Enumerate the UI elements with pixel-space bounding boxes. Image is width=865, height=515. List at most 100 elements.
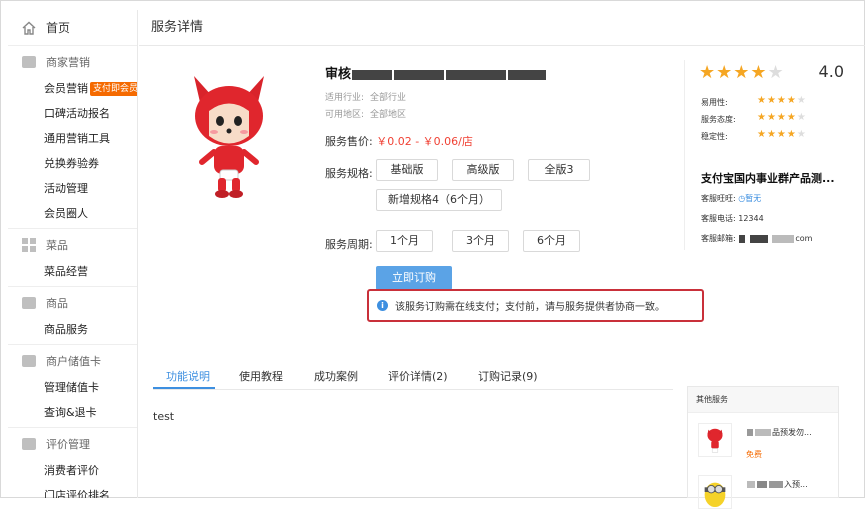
- industry-value: 全部行业: [370, 93, 407, 103]
- home-icon: [22, 21, 36, 35]
- sidebar-section-dishes: 菜品: [8, 231, 137, 259]
- product-name-prefix: 审核: [325, 67, 352, 82]
- sidebar-item-consumer-reviews[interactable]: 消费者评价: [8, 458, 137, 483]
- rating-stability: 稳定性: ★★★★★: [701, 129, 806, 142]
- redacted-text: [755, 429, 771, 436]
- spec-option-basic[interactable]: 基础版: [376, 159, 438, 181]
- region-label: 可用地区:: [325, 110, 365, 120]
- redacted-text: [508, 69, 547, 80]
- region-value: 全部地区: [370, 110, 407, 120]
- rating-label: 服务态度:: [701, 115, 736, 124]
- spec-label: 服务规格:: [325, 167, 373, 180]
- contact-label: 客服邮箱:: [701, 234, 736, 243]
- sidebar-item-manage-card[interactable]: 管理储值卡: [8, 375, 137, 400]
- overall-score: 4.0: [818, 62, 844, 81]
- rating-label: 易用性:: [701, 98, 728, 107]
- other-service-item[interactable]: 品预发勿... 免费: [698, 423, 830, 463]
- spec-option-full3[interactable]: 全版3: [528, 159, 590, 181]
- contact-wangwang: 客服旺旺: ◷暂无: [701, 193, 761, 204]
- service-price: 免费: [746, 450, 762, 459]
- price-label: 服务售价:: [325, 135, 373, 148]
- sidebar-section-reviews: 评价管理: [8, 430, 137, 458]
- service-thumbnail: [698, 475, 732, 509]
- tab-bar: 功能说明 使用教程 成功案例 评价详情(2) 订购记录(9): [153, 366, 673, 390]
- spec-option-new4[interactable]: 新增规格4（6个月）: [376, 189, 502, 211]
- sidebar-item-home[interactable]: 首页: [8, 10, 137, 46]
- service-name: 品预发勿...: [746, 427, 812, 438]
- sidebar-item-dish-manage[interactable]: 菜品经营: [8, 259, 137, 284]
- tab-features[interactable]: 功能说明: [166, 368, 210, 384]
- sidebar-item-label: 首页: [46, 21, 71, 35]
- buy-now-button[interactable]: 立即订购: [376, 266, 452, 290]
- sidebar-item-member-marketing[interactable]: 会员营销 支付即会员: [8, 76, 137, 101]
- industry-label: 适用行业:: [325, 93, 365, 103]
- edit-icon: [22, 438, 36, 450]
- redacted-text: [772, 234, 795, 243]
- service-thumbnail: [698, 423, 732, 457]
- sidebar-item-general-tools[interactable]: 通用营销工具: [8, 126, 137, 151]
- product-name: 审核: [325, 63, 547, 82]
- divider: [139, 45, 865, 46]
- sidebar-item-activity-manage[interactable]: 活动管理: [8, 176, 137, 201]
- sidebar-item-koubei-signup[interactable]: 口碑活动报名: [8, 101, 137, 126]
- card-icon: [22, 355, 36, 367]
- spec-option-advanced[interactable]: 高级版: [452, 159, 514, 181]
- wangwang-value: 暂无: [745, 194, 762, 203]
- page-title: 服务详情: [151, 20, 204, 35]
- redacted-text: [352, 69, 393, 80]
- redacted-text: [747, 429, 753, 436]
- tab-tutorial[interactable]: 使用教程: [239, 368, 283, 384]
- section-title: 评价管理: [46, 438, 90, 451]
- sidebar-item-voucher-check[interactable]: 兑换券验券: [8, 151, 137, 176]
- main-content: 服务详情 审核 适用行业: 全部行业 可用地区: 全部地区 服务售价: ￥0.02 …: [139, 0, 865, 509]
- wangwang-link[interactable]: ◷暂无: [738, 194, 761, 203]
- overall-stars: ★★★★★: [699, 62, 785, 83]
- service-name: 入预...: [746, 479, 808, 490]
- tab-cases[interactable]: 成功案例: [314, 368, 358, 384]
- period-option-6m[interactable]: 6个月: [523, 230, 580, 252]
- other-service-item[interactable]: 入预...: [698, 475, 830, 515]
- payment-notice: i 该服务订购需在线支付；支付前，请与服务提供者协商一致。: [367, 289, 704, 322]
- section-title: 商家营销: [46, 56, 90, 69]
- sidebar-section-marketing: 商家营销: [8, 48, 137, 76]
- divider: [8, 427, 137, 428]
- product-mascot-image: [194, 76, 264, 198]
- period-option-3m[interactable]: 3个月: [452, 230, 509, 252]
- industry-row: 适用行业: 全部行业: [325, 90, 406, 103]
- service-name-suffix: 品预发勿...: [772, 428, 812, 437]
- redacted-text: [394, 69, 445, 80]
- redacted-text: [757, 481, 767, 488]
- sidebar-section-stored-card: 商户储值卡: [8, 347, 137, 375]
- provider-name: 支付宝国内事业群产品测...: [701, 172, 835, 185]
- contact-phone: 客服电话: 12344: [701, 213, 764, 224]
- contact-label: 客服电话:: [701, 214, 736, 223]
- rating-panel: ★★★★★ 4.0 易用性: ★★★★★ 服务态度: ★★★★★ 稳定性: ★★…: [684, 60, 865, 250]
- sidebar-item-store-ranking[interactable]: 门店评价排名: [8, 483, 137, 498]
- period-option-1m[interactable]: 1个月: [376, 230, 433, 252]
- period-label: 服务周期:: [325, 238, 373, 251]
- divider: [8, 286, 137, 287]
- goods-icon: [22, 297, 36, 309]
- sidebar-item-query-refund[interactable]: 查询&退卡: [8, 400, 137, 425]
- rating-label: 稳定性:: [701, 132, 728, 141]
- rating-stars: ★★★★★: [757, 95, 807, 106]
- info-icon: i: [377, 300, 388, 311]
- divider: [8, 344, 137, 345]
- section-title: 菜品: [46, 239, 68, 252]
- divider: [8, 228, 137, 229]
- feature-description: test: [153, 410, 175, 423]
- sidebar-item-member-circle[interactable]: 会员圈人: [8, 201, 137, 226]
- sidebar-item-label: 会员营销: [44, 82, 88, 95]
- section-title: 商品: [46, 297, 68, 310]
- price-row: 服务售价: ￥0.02 - ￥0.06/店: [325, 133, 473, 149]
- grid-icon: [22, 238, 36, 252]
- tab-orders[interactable]: 订购记录(9): [478, 368, 538, 384]
- mail-icon: [22, 56, 36, 68]
- sidebar: 首页 商家营销 会员营销 支付即会员 口碑活动报名 通用营销工具 兑换券验券 活动…: [8, 10, 138, 498]
- redacted-text: [747, 481, 755, 488]
- tab-reviews[interactable]: 评价详情(2): [388, 368, 448, 384]
- rating-stars: ★★★★★: [757, 112, 807, 123]
- price-value: ￥0.02 - ￥0.06/店: [376, 135, 473, 148]
- sidebar-item-goods-service[interactable]: 商品服务: [8, 317, 137, 342]
- contact-label: 客服旺旺:: [701, 194, 736, 203]
